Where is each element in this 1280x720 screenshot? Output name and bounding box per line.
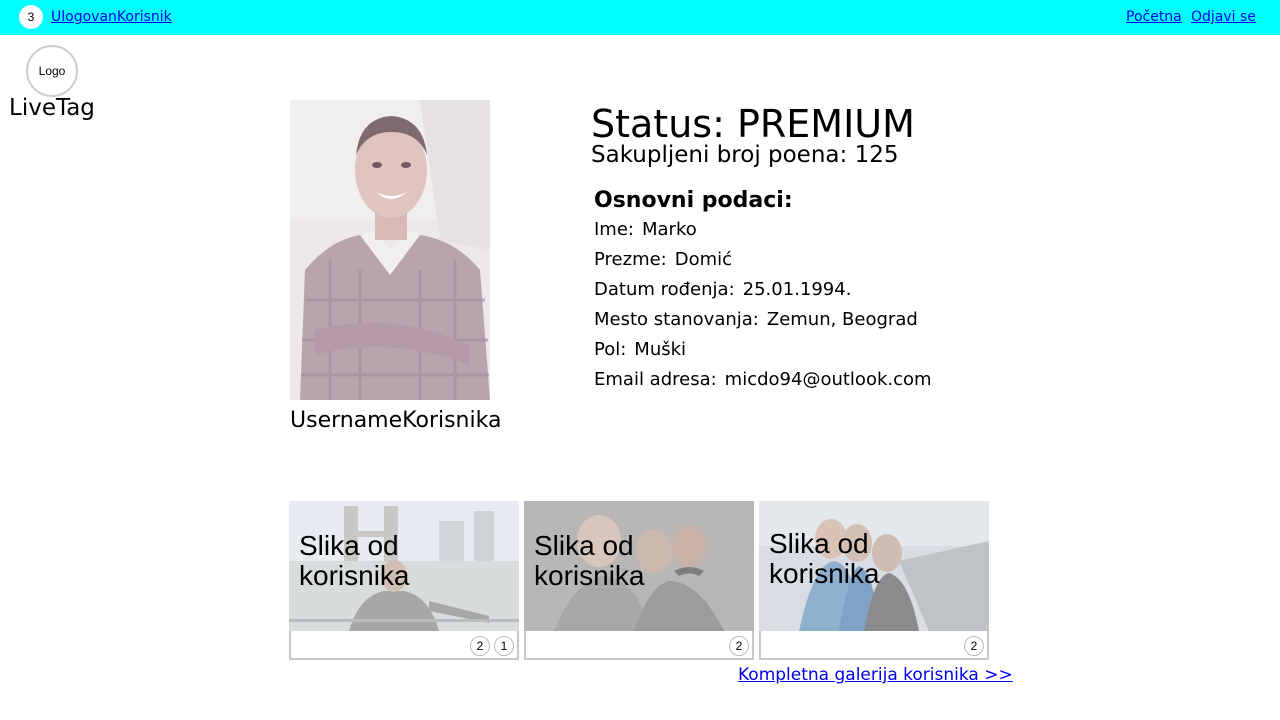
field-label: Email adresa: xyxy=(594,369,717,390)
comment-count-badge[interactable]: 2 xyxy=(729,636,749,656)
gallery-card[interactable]: Slika od korisnika 2 xyxy=(524,501,754,660)
field-email: Email adresa: micdo94@outlook.com xyxy=(594,369,932,390)
logo[interactable]: Logo xyxy=(26,45,78,97)
profile-photo xyxy=(290,100,490,400)
full-gallery-link[interactable]: Kompletna galerija korisnika >> xyxy=(738,665,1013,685)
field-last-name: Prezme: Domić xyxy=(594,249,732,270)
gallery-card[interactable]: Slika od korisnika 2 xyxy=(759,501,989,660)
points-count: Sakupljeni broj poena: 125 xyxy=(591,142,899,168)
field-value: Domić xyxy=(674,249,733,270)
nav-home-link[interactable]: Početna xyxy=(1126,9,1182,25)
nav-logout-link[interactable]: Odjavi se xyxy=(1191,9,1256,25)
gallery-photo[interactable]: Slika od korisnika xyxy=(524,501,754,631)
field-label: Ime: xyxy=(594,219,634,240)
field-value: Zemun, Beograd xyxy=(766,309,918,330)
like-count-badge[interactable]: 1 xyxy=(494,636,514,656)
field-first-name: Ime: Marko xyxy=(594,219,697,240)
profile-photo-image xyxy=(290,100,490,400)
profile-username: UsernameKorisnika xyxy=(290,408,502,433)
field-label: Prezme: xyxy=(594,249,667,270)
basic-data-title: Osnovni podaci: xyxy=(594,188,793,213)
top-bar: 3 UlogovanKorisnik Početna Odjavi se xyxy=(0,0,1280,35)
logged-in-user-link[interactable]: UlogovanKorisnik xyxy=(51,9,172,25)
field-value: Marko xyxy=(641,219,697,240)
gallery-card[interactable]: Slika od korisnika 2 1 xyxy=(289,501,519,660)
field-birth-date: Datum rođenja: 25.01.1994. xyxy=(594,279,851,300)
field-residence: Mesto stanovanja: Zemun, Beograd xyxy=(594,309,918,330)
status-heading: Status: PREMIUM xyxy=(591,102,915,146)
brand-name: LiveTag xyxy=(9,95,95,121)
gallery-caption: Slika od korisnika xyxy=(534,530,645,591)
field-value: Muški xyxy=(634,339,687,360)
comment-count-badge[interactable]: 2 xyxy=(964,636,984,656)
field-label: Mesto stanovanja: xyxy=(594,309,759,330)
gallery-caption: Slika od korisnika xyxy=(769,528,880,589)
notification-badge[interactable]: 3 xyxy=(19,5,43,29)
field-label: Pol: xyxy=(594,339,627,360)
field-gender: Pol: Muški xyxy=(594,339,686,360)
field-label: Datum rođenja: xyxy=(594,279,735,300)
gallery-photo[interactable]: Slika od korisnika xyxy=(759,501,989,631)
comment-count-badge[interactable]: 2 xyxy=(470,636,490,656)
gallery-photo[interactable]: Slika od korisnika xyxy=(289,501,519,631)
field-value: 25.01.1994. xyxy=(742,279,852,300)
field-value: micdo94@outlook.com xyxy=(724,369,932,390)
gallery-caption: Slika od korisnika xyxy=(299,530,410,591)
